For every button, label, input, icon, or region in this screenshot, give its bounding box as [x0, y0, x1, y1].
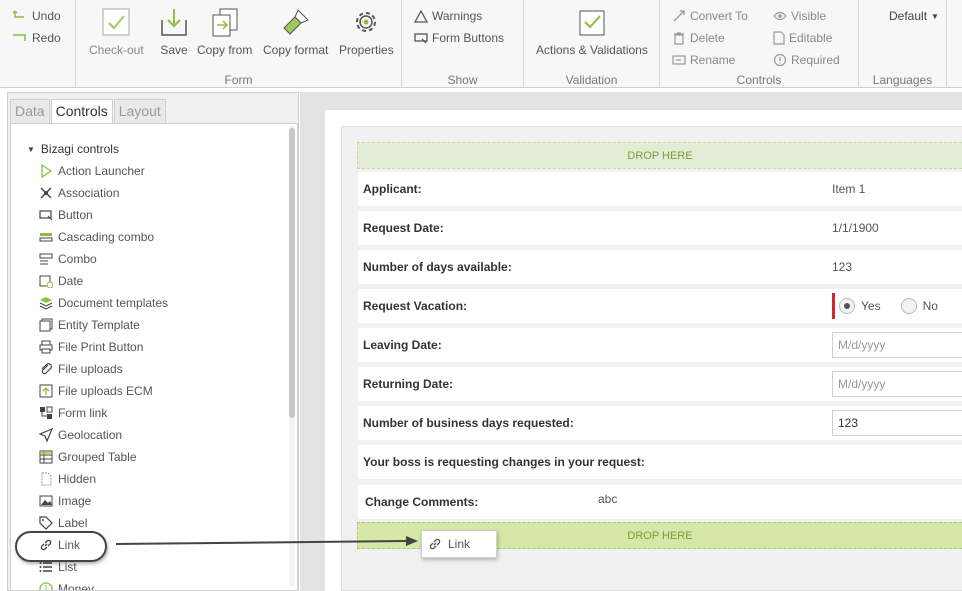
link-icon [429, 538, 441, 550]
drag-ghost-label: Link [448, 537, 471, 551]
drag-arrow [115, 536, 418, 546]
drag-ghost-link: Link [421, 530, 497, 558]
